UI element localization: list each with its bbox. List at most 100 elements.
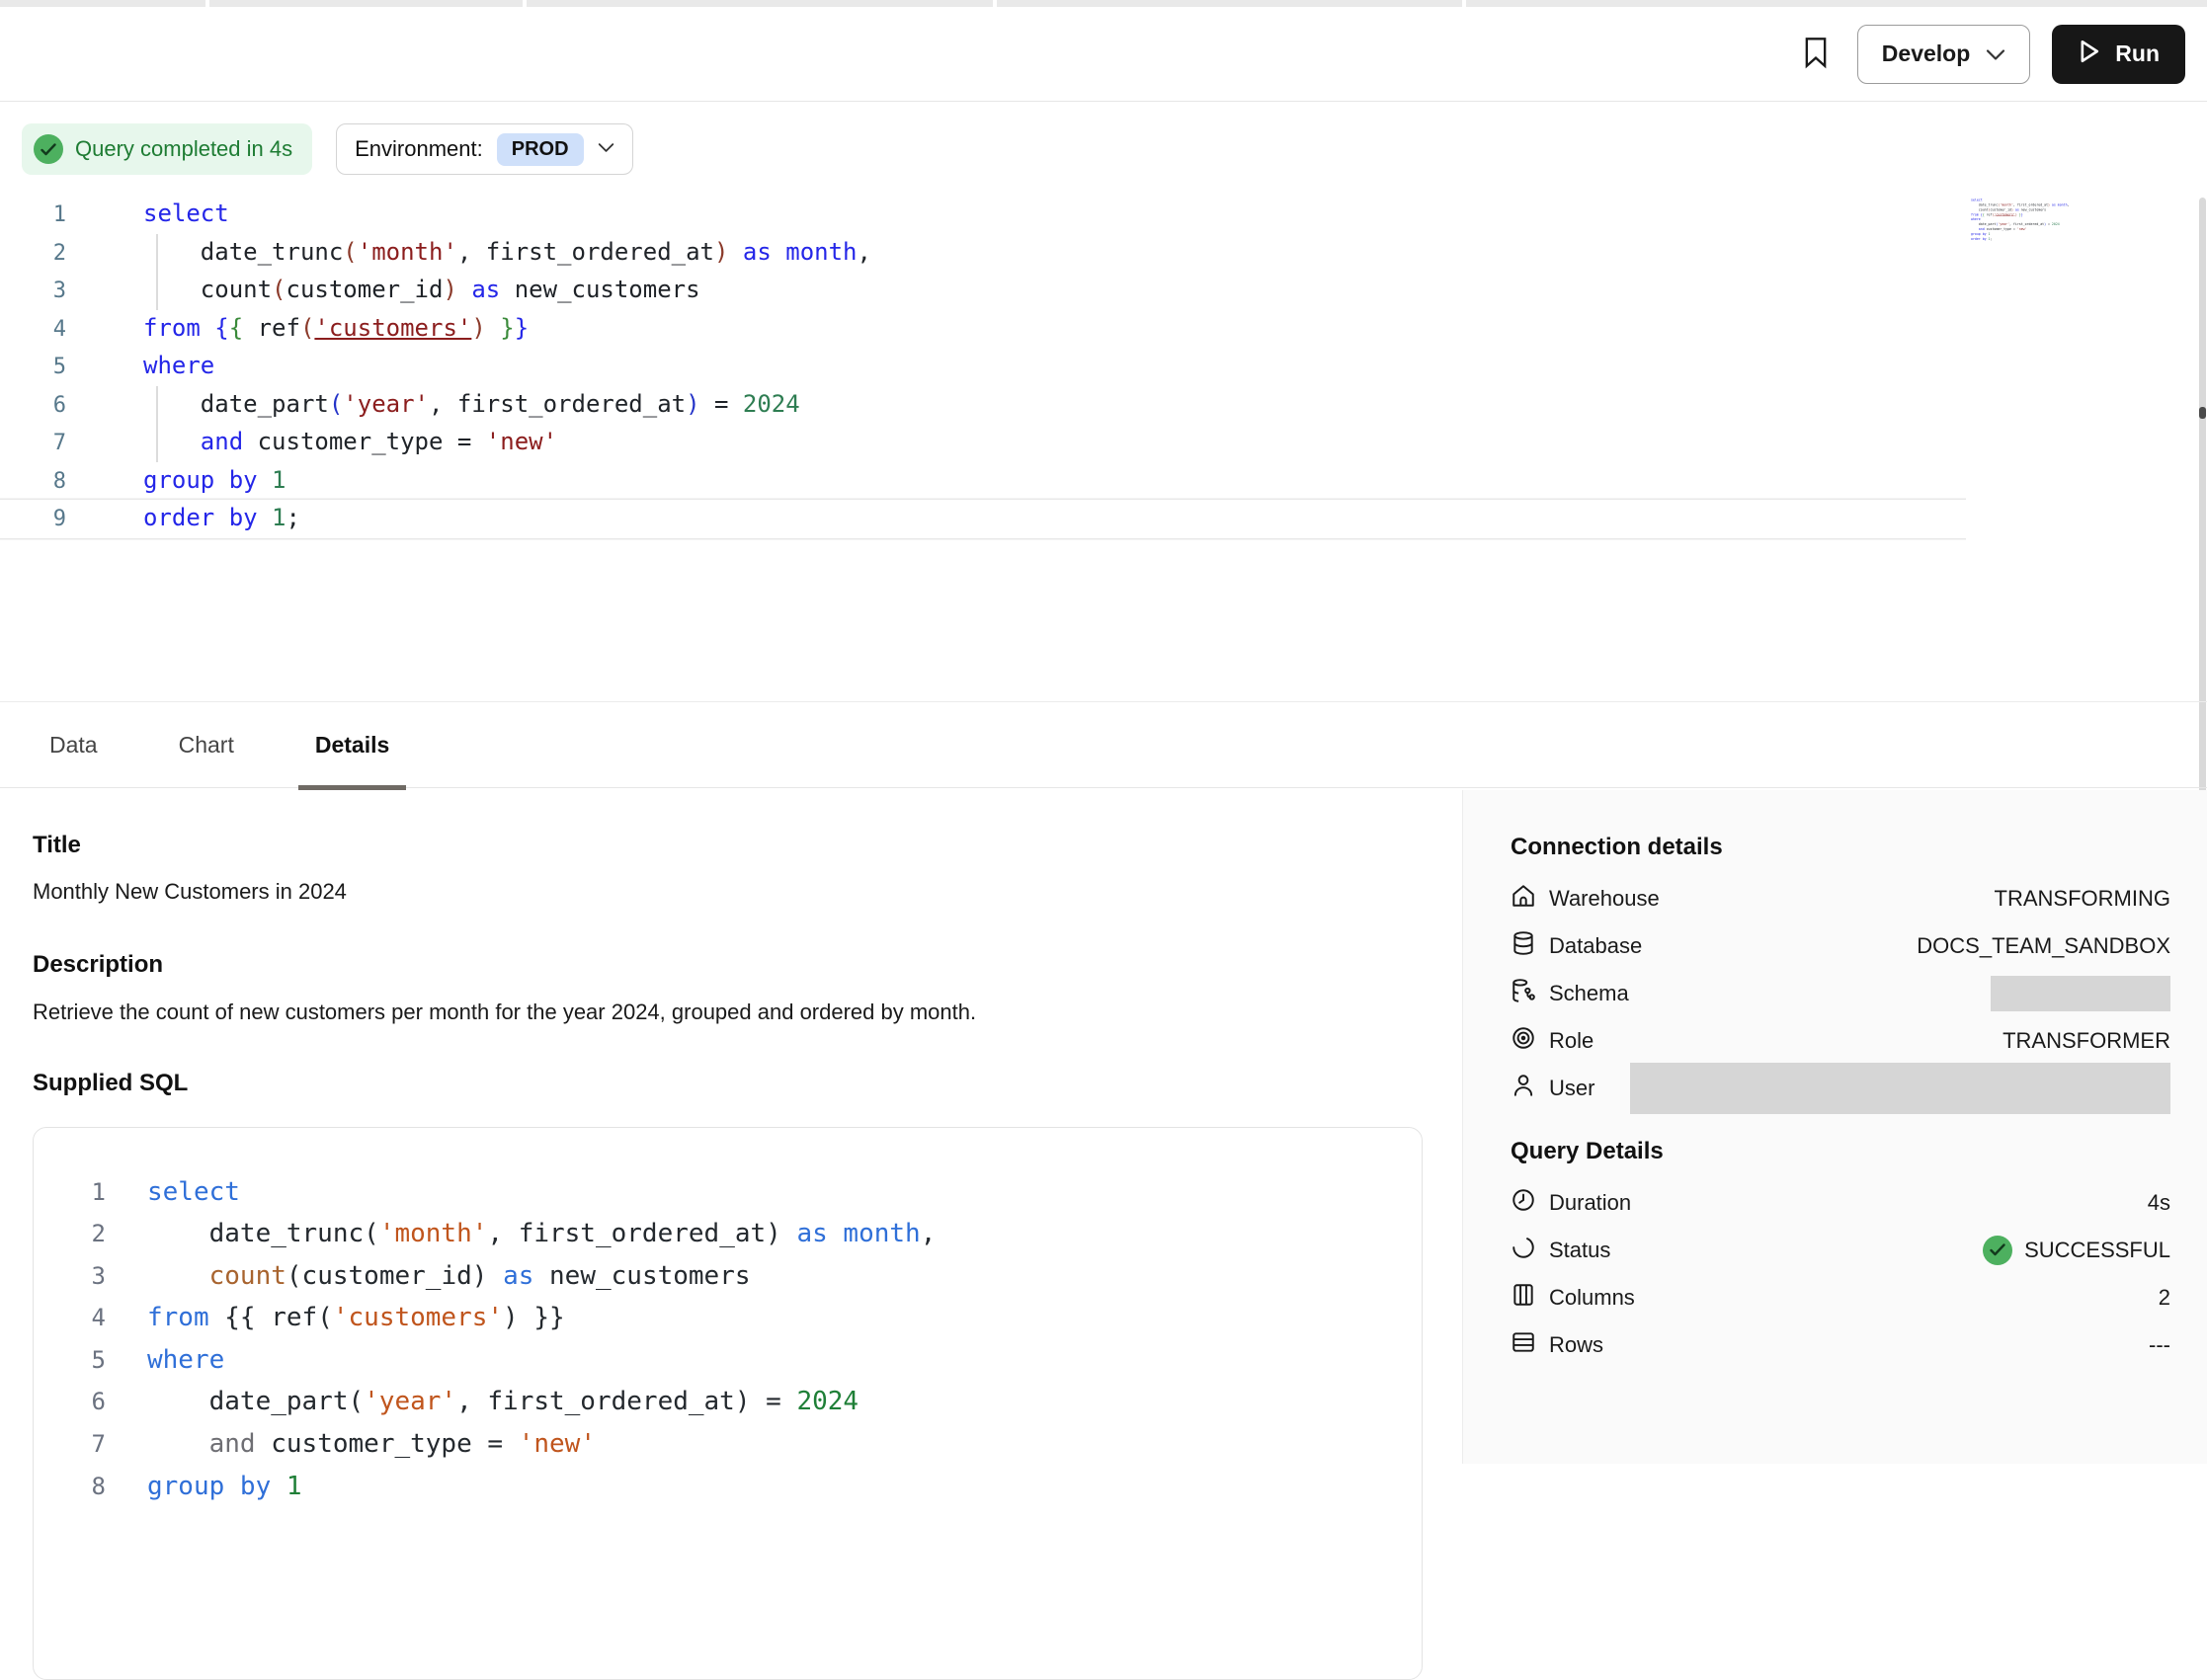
schema-label: Schema [1549, 981, 1629, 1006]
status-value: SUCCESSFUL [2024, 1238, 2170, 1263]
description-value: Retrieve the count of new customers per … [33, 1000, 1423, 1025]
role-label: Role [1549, 1028, 1594, 1054]
role-value: TRANSFORMER [2003, 1028, 2170, 1054]
tab-data[interactable]: Data [33, 701, 115, 788]
tab-details-label: Details [315, 732, 389, 759]
code-line: 5where [0, 348, 1966, 386]
scrollbar-thumb[interactable] [2199, 407, 2206, 419]
query-details-heading: Query Details [1511, 1138, 2170, 1165]
query-row-duration: Duration 4s [1511, 1179, 2170, 1227]
tab-data-label: Data [49, 732, 98, 759]
line-number: 6 [0, 388, 66, 425]
environment-select[interactable]: Environment: PROD [336, 123, 632, 175]
code-line: 1select [0, 196, 1966, 234]
line-number: 7 [60, 1423, 106, 1466]
run-button-label: Run [2115, 40, 2160, 67]
connection-row-role: Role TRANSFORMER [1511, 1017, 2170, 1065]
connection-details-heading: Connection details [1511, 834, 2170, 861]
duration-label: Duration [1549, 1190, 1631, 1216]
query-status-badge: Query completed in 4s [22, 123, 312, 175]
code-line: 1select [60, 1171, 1422, 1214]
status-spinner-icon [1511, 1235, 1536, 1266]
query-row-columns: Columns 2 [1511, 1274, 2170, 1321]
description-heading: Description [33, 951, 1423, 979]
sql-editor[interactable]: 1select2 date_trunc('month', first_order… [0, 196, 1966, 538]
code-line: 8group by 1 [0, 462, 1966, 501]
code-line: 7 and customer_type = 'new' [60, 1423, 1422, 1466]
connection-details-panel: Connection details Warehouse TRANSFORMIN… [1462, 790, 2207, 1465]
editor-minimap[interactable]: 1select2 date_trunc('month', first_order… [1971, 198, 2075, 247]
query-row-rows: Rows --- [1511, 1321, 2170, 1369]
develop-button-label: Develop [1882, 40, 1970, 67]
code-line: 2 date_trunc('month', first_ordered_at) … [0, 234, 1966, 273]
chevron-down-icon [1986, 40, 2005, 67]
success-check-icon [1983, 1236, 2012, 1265]
status-row: Query completed in 4s Environment: PROD [22, 123, 633, 175]
chevron-down-icon [598, 140, 614, 158]
code-line: 6 date_part('year', first_ordered_at) = … [60, 1381, 1422, 1423]
line-number: 1 [0, 198, 66, 234]
tab-divider [523, 0, 527, 7]
tab-divider [1462, 0, 1466, 7]
code-line: 9order by 1; [1971, 236, 2075, 241]
browser-tab-strip [0, 0, 2207, 7]
line-number: 5 [0, 350, 66, 386]
schema-icon [1511, 978, 1536, 1009]
code-line: 3 count(customer_id) as new_customers [0, 272, 1966, 310]
code-line: 9order by 1; [0, 500, 1966, 538]
line-number: 3 [60, 1255, 106, 1298]
database-icon [1511, 930, 1536, 962]
code-line: 3 count(customer_id) as new_customers [60, 1255, 1422, 1298]
check-circle-icon [34, 134, 63, 164]
line-number: 1 [60, 1171, 106, 1214]
line-number: 3 [0, 274, 66, 310]
warehouse-value: TRANSFORMING [1995, 886, 2170, 912]
connection-row-user: User [1511, 1065, 2170, 1112]
user-value-redacted [1630, 1063, 2170, 1114]
line-number: 5 [60, 1339, 106, 1382]
code-line: 4from {{ ref('customers') }} [60, 1297, 1422, 1339]
tab-chart[interactable]: Chart [162, 701, 251, 788]
user-label: User [1549, 1076, 1594, 1101]
rows-label: Rows [1549, 1332, 1603, 1358]
rows-icon [1511, 1329, 1536, 1361]
connection-row-warehouse: Warehouse TRANSFORMING [1511, 875, 2170, 922]
tab-details[interactable]: Details [298, 701, 406, 788]
result-tabs: Data Chart Details [0, 701, 2207, 788]
tab-divider [993, 0, 997, 7]
run-button[interactable]: Run [2052, 25, 2185, 84]
editor-minimap-content: 1select2 date_trunc('month', first_order… [1971, 198, 2075, 241]
code-line: 6 date_part('year', first_ordered_at) = … [0, 386, 1966, 425]
line-number: 6 [60, 1381, 106, 1423]
duration-clock-icon [1511, 1187, 1536, 1219]
code-line: 7 and customer_type = 'new' [0, 424, 1966, 462]
columns-label: Columns [1549, 1285, 1635, 1311]
warehouse-icon [1511, 883, 1536, 915]
environment-value-badge: PROD [497, 133, 584, 166]
schema-value-redacted [1991, 976, 2170, 1011]
columns-icon [1511, 1282, 1536, 1314]
environment-label: Environment: [355, 136, 483, 162]
duration-value: 4s [2148, 1190, 2170, 1216]
line-number: 9 [0, 502, 66, 538]
line-number: 4 [0, 312, 66, 349]
toolbar: Develop Run [0, 7, 2207, 102]
role-icon [1511, 1025, 1536, 1057]
warehouse-label: Warehouse [1549, 886, 1660, 912]
bookmark-button[interactable] [1796, 35, 1836, 74]
query-row-status: Status SUCCESSFUL [1511, 1227, 2170, 1274]
database-value: DOCS_TEAM_SANDBOX [1917, 933, 2170, 959]
line-number: 2 [0, 236, 66, 273]
supplied-sql-code-block: 1select2 date_trunc('month', first_order… [33, 1127, 1423, 1680]
tab-chart-label: Chart [179, 732, 234, 759]
title-heading: Title [33, 832, 1423, 859]
line-number: 4 [60, 1297, 106, 1339]
tab-divider [205, 0, 209, 7]
line-number: 7 [0, 426, 66, 462]
line-number: 2 [60, 1213, 106, 1255]
user-icon [1511, 1073, 1536, 1104]
rows-value: --- [2149, 1332, 2170, 1358]
code-line: 8group by 1 [60, 1466, 1422, 1508]
line-number: 8 [0, 464, 66, 501]
develop-button[interactable]: Develop [1857, 25, 2030, 84]
